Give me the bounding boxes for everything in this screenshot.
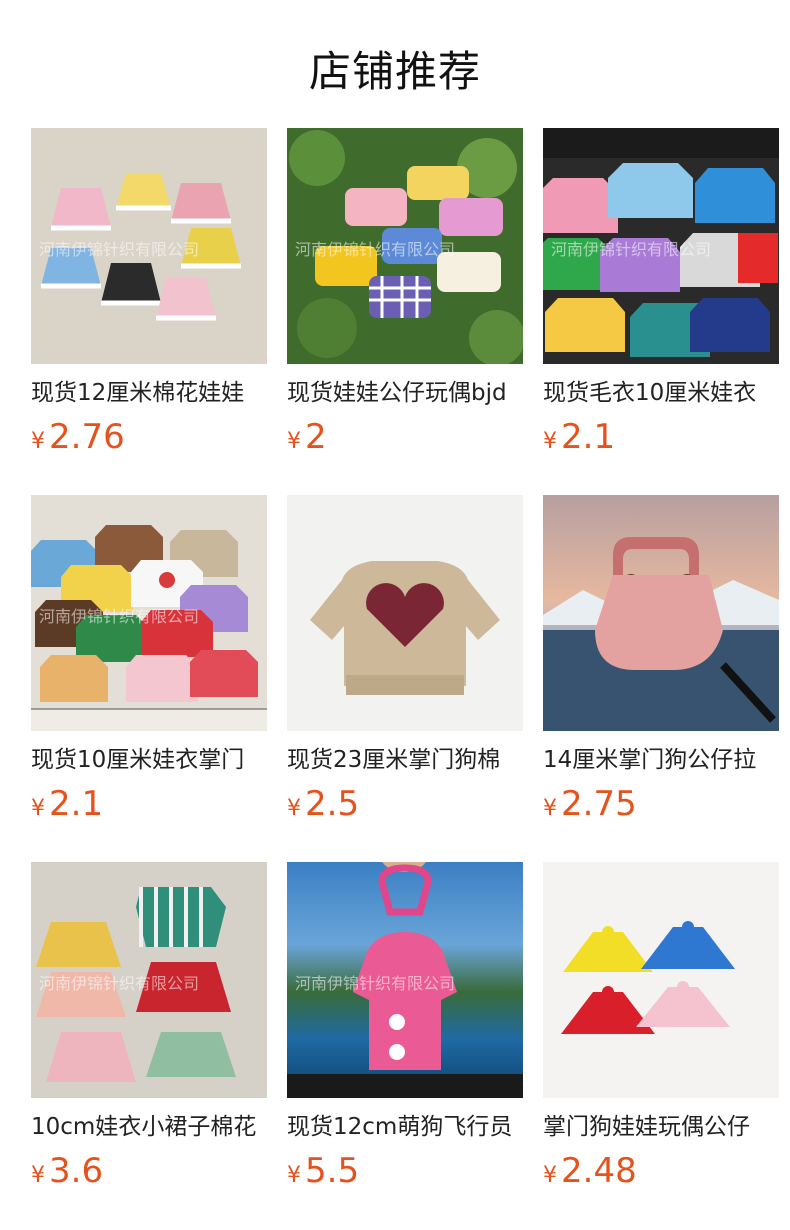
product-price: ¥3.6 xyxy=(31,1151,267,1197)
price-value: 3.6 xyxy=(49,1151,104,1191)
currency-symbol: ¥ xyxy=(543,796,557,821)
product-name[interactable]: 掌门狗娃娃玩偶公仔 xyxy=(543,1111,779,1143)
product-card[interactable]: 河南伊锦针织有限公司 现货娃娃公仔玩偶bjd ¥2 xyxy=(287,128,523,495)
currency-symbol: ¥ xyxy=(31,1163,45,1188)
product-card[interactable]: 河南伊锦针织有限公司 现货12厘米棉花娃娃 ¥2.76 xyxy=(31,128,267,495)
product-card[interactable]: 现货23厘米掌门狗棉 ¥2.5 xyxy=(287,495,523,862)
product-name[interactable]: 现货毛衣10厘米娃衣 xyxy=(543,377,779,409)
product-card[interactable]: 河南伊锦针织有限公司 现货10厘米娃衣掌门 ¥2.1 xyxy=(31,495,267,862)
currency-symbol: ¥ xyxy=(543,429,557,454)
product-name[interactable]: 现货娃娃公仔玩偶bjd xyxy=(287,377,523,409)
product-name[interactable]: 10cm娃衣小裙子棉花 xyxy=(31,1111,267,1143)
product-image[interactable]: 河南伊锦针织有限公司 xyxy=(287,862,523,1098)
crochet-dresses-image xyxy=(543,862,779,1098)
product-card[interactable]: 河南伊锦针织有限公司 现货毛衣10厘米娃衣 ¥2.1 xyxy=(543,128,779,495)
currency-symbol: ¥ xyxy=(287,429,301,454)
product-name[interactable]: 现货12厘米棉花娃娃 xyxy=(31,377,267,409)
image-watermark: 河南伊锦针织有限公司 xyxy=(39,607,200,626)
section-title: 店铺推荐 xyxy=(308,47,481,96)
product-image[interactable]: 河南伊锦针织有限公司 xyxy=(31,495,267,731)
product-price: ¥2.1 xyxy=(31,784,267,830)
product-card[interactable]: 掌门狗娃娃玩偶公仔 ¥2.48 xyxy=(543,862,779,1229)
currency-symbol: ¥ xyxy=(31,796,45,821)
product-card[interactable]: 河南伊锦针织有限公司 现货12cm萌狗飞行员 ¥5.5 xyxy=(287,862,523,1229)
image-watermark: 河南伊锦针织有限公司 xyxy=(551,240,712,259)
product-name[interactable]: 14厘米掌门狗公仔拉 xyxy=(543,744,779,776)
product-price: ¥2.75 xyxy=(543,784,779,830)
currency-symbol: ¥ xyxy=(287,1163,301,1188)
price-value: 2 xyxy=(305,417,327,457)
currency-symbol: ¥ xyxy=(287,796,301,821)
product-image[interactable]: 河南伊锦针织有限公司 xyxy=(31,862,267,1098)
image-watermark: 河南伊锦针织有限公司 xyxy=(39,974,200,993)
price-value: 5.5 xyxy=(305,1151,360,1191)
price-value: 2.75 xyxy=(561,784,637,824)
product-name[interactable]: 现货12cm萌狗飞行员 xyxy=(287,1111,523,1143)
product-price: ¥2.1 xyxy=(543,417,779,463)
heart-sweater-image xyxy=(287,495,523,731)
currency-symbol: ¥ xyxy=(31,429,45,454)
pink-overalls-image xyxy=(543,495,779,731)
product-image[interactable] xyxy=(543,495,779,731)
price-value: 2.1 xyxy=(561,417,616,457)
product-card[interactable]: 河南伊锦针织有限公司 10cm娃衣小裙子棉花 ¥3.6 xyxy=(31,862,267,1229)
product-name[interactable]: 现货23厘米掌门狗棉 xyxy=(287,744,523,776)
product-grid: 河南伊锦针织有限公司 现货12厘米棉花娃娃 ¥2.76 河南伊锦针织有限公司 现… xyxy=(31,128,779,1229)
image-watermark: 河南伊锦针织有限公司 xyxy=(295,974,456,993)
product-image[interactable]: 河南伊锦针织有限公司 xyxy=(287,128,523,364)
product-image[interactable] xyxy=(543,862,779,1098)
product-card[interactable]: 14厘米掌门狗公仔拉 ¥2.75 xyxy=(543,495,779,862)
product-name[interactable]: 现货10厘米娃衣掌门 xyxy=(31,744,267,776)
price-value: 2.48 xyxy=(561,1151,637,1191)
price-value: 2.76 xyxy=(49,417,125,457)
product-image[interactable] xyxy=(287,495,523,731)
product-price: ¥5.5 xyxy=(287,1151,523,1197)
product-image[interactable]: 河南伊锦针织有限公司 xyxy=(543,128,779,364)
product-price: ¥2.48 xyxy=(543,1151,779,1197)
price-value: 2.5 xyxy=(305,784,360,824)
image-watermark: 河南伊锦针织有限公司 xyxy=(295,240,456,259)
product-price: ¥2.76 xyxy=(31,417,267,463)
image-watermark: 河南伊锦针织有限公司 xyxy=(39,240,200,259)
product-image[interactable]: 河南伊锦针织有限公司 xyxy=(31,128,267,364)
price-value: 2.1 xyxy=(49,784,104,824)
product-price: ¥2.5 xyxy=(287,784,523,830)
currency-symbol: ¥ xyxy=(543,1163,557,1188)
product-price: ¥2 xyxy=(287,417,523,463)
